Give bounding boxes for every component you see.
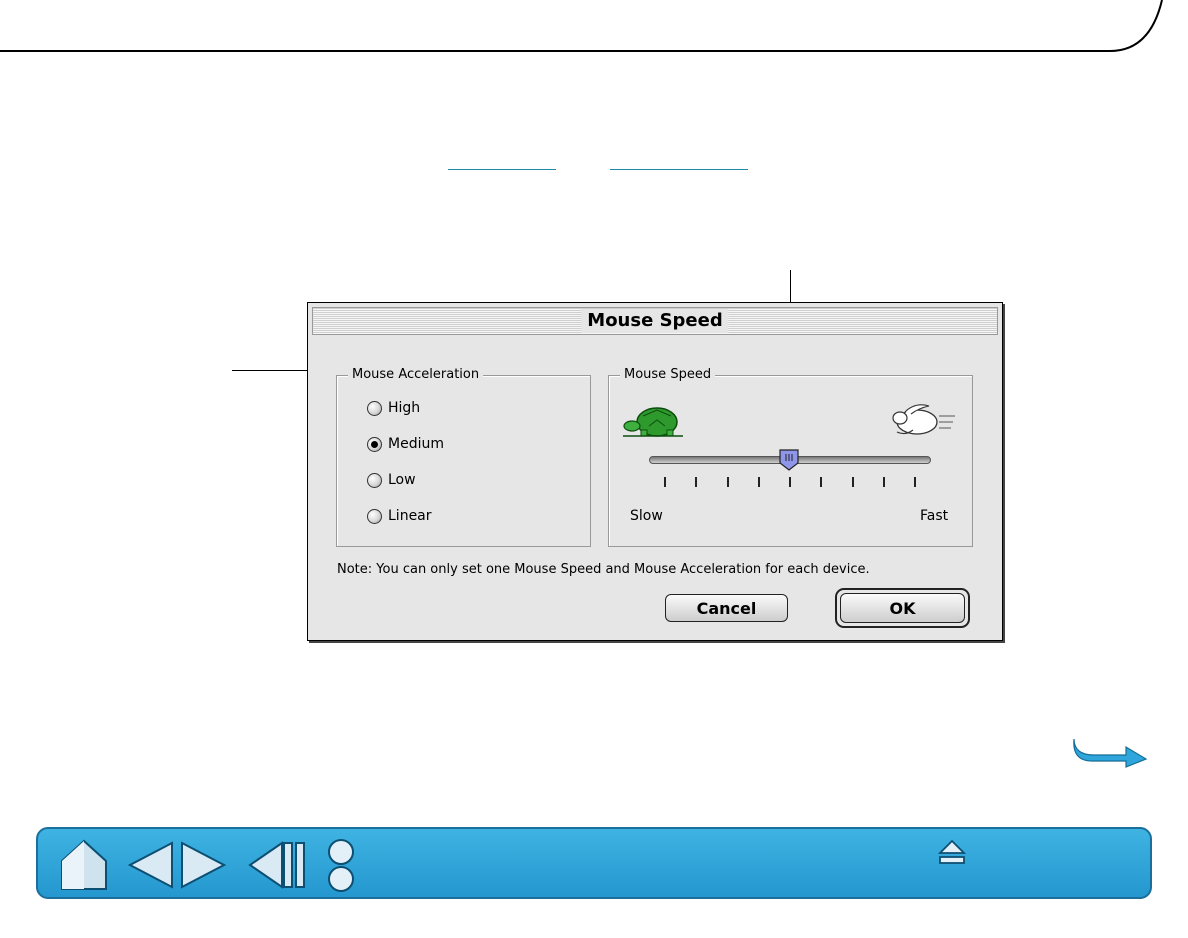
radio-low-button[interactable] (367, 472, 382, 488)
speed-slider-thumb[interactable] (779, 449, 799, 471)
slow-label: Slow (630, 508, 663, 524)
radio-low-label: Low (388, 472, 416, 488)
radio-medium-button[interactable] (367, 436, 382, 452)
radio-high-button[interactable] (367, 400, 382, 416)
ok-button[interactable]: OK (840, 593, 965, 623)
speed-slider-tick (757, 477, 760, 487)
mouse-speed-dialog: Mouse Speed Mouse Acceleration High Medi… (307, 302, 1003, 641)
radio-low[interactable]: Low (367, 469, 416, 491)
speed-slider-tick (882, 477, 885, 487)
arrow-right-icon[interactable] (180, 841, 226, 889)
speed-slider-tick (664, 477, 666, 487)
home-icon[interactable] (58, 839, 110, 891)
eject-icon[interactable] (938, 839, 966, 865)
radio-high[interactable]: High (367, 397, 420, 419)
mouse-acceleration-group: Mouse Acceleration High Medium Low Linea… (336, 366, 591, 547)
two-circles-icon[interactable] (326, 839, 356, 893)
arrow-left-icon[interactable] (128, 841, 174, 889)
dialog-title: Mouse Speed (581, 309, 729, 333)
fast-label: Fast (920, 508, 949, 524)
cancel-button[interactable]: Cancel (665, 594, 788, 622)
speed-slider-tick (820, 477, 823, 487)
radio-linear-label: Linear (388, 508, 432, 524)
mouse-speed-group-label: Mouse Speed (620, 366, 716, 384)
radio-linear[interactable]: Linear (367, 505, 432, 527)
radio-linear-button[interactable] (367, 508, 382, 524)
speed-slider-tick (726, 477, 729, 487)
bottom-navigation-bar (36, 827, 1152, 899)
radio-medium[interactable]: Medium (367, 433, 444, 455)
dialog-titlebar[interactable]: Mouse Speed (312, 307, 998, 335)
turtle-icon (623, 407, 683, 437)
speed-slider-tick (789, 477, 791, 487)
speed-slider-tick (695, 477, 698, 487)
back-icon[interactable] (248, 841, 306, 889)
radio-high-label: High (388, 400, 421, 416)
curved-arrow-right-icon[interactable] (1070, 733, 1148, 769)
mouse-speed-group: Mouse Speed Slow Fast (608, 366, 973, 547)
speed-slider-tick (914, 477, 916, 487)
radio-medium-label: Medium (388, 436, 444, 452)
link-underline-2[interactable] (610, 169, 748, 170)
mouse-acceleration-label: Mouse Acceleration (348, 366, 484, 384)
note-text: Note: You can only set one Mouse Speed a… (337, 562, 870, 577)
rabbit-icon (892, 404, 955, 435)
page-top-tab (0, 0, 1188, 52)
link-underline-1[interactable] (448, 169, 556, 170)
speed-slider-tick (851, 477, 854, 487)
